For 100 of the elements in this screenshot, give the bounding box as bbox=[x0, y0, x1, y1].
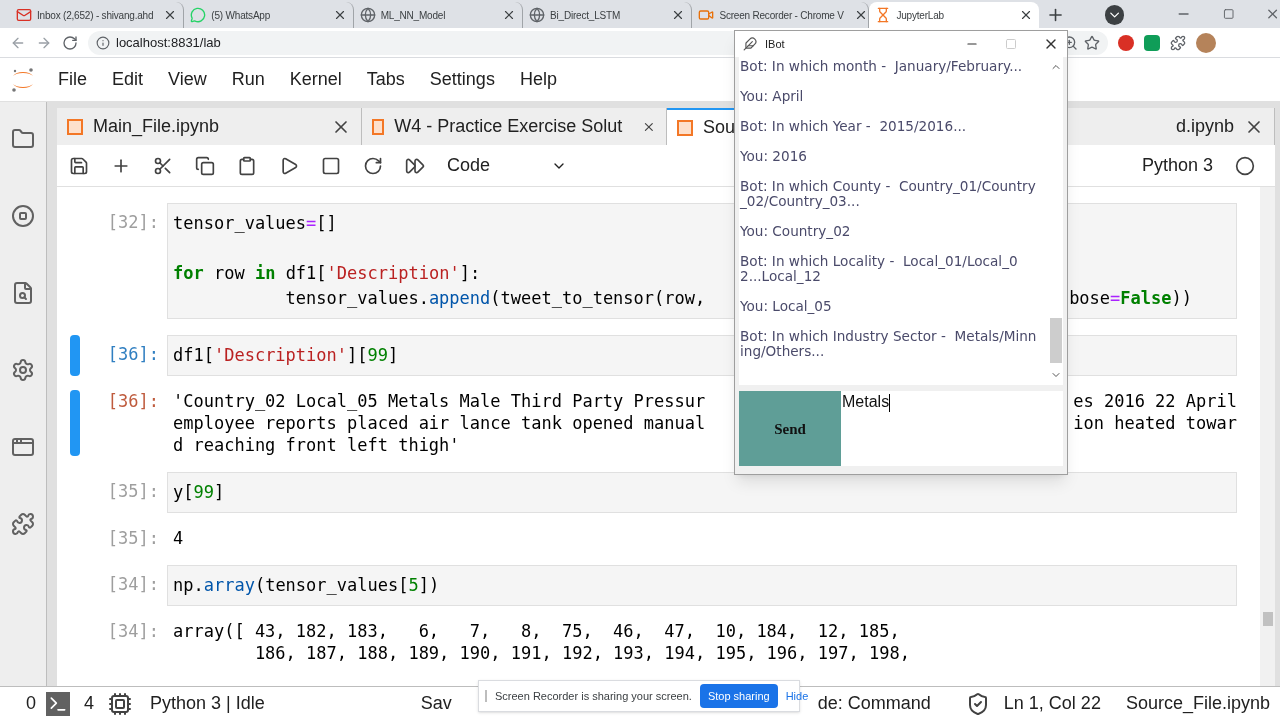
active-cell-bar bbox=[70, 335, 80, 376]
chat-message: You: April bbox=[740, 89, 805, 104]
code-line: ion heated towar bbox=[1073, 412, 1237, 434]
browser-tab[interactable]: JupyterLab bbox=[869, 2, 1039, 28]
chat-message: Bot: In which Locality - Local_01/Local_02...Local_12 bbox=[740, 254, 1019, 284]
chat-message: Bot: In which month - January/February... bbox=[740, 59, 1024, 74]
run-icon[interactable] bbox=[279, 155, 299, 176]
tab-title: Bi_Direct_LSTM bbox=[550, 8, 621, 23]
notebook-icon bbox=[372, 118, 385, 135]
hide-link[interactable]: Hide bbox=[785, 687, 809, 705]
chip-icon bbox=[108, 691, 133, 716]
cell-type-dropdown[interactable]: Code bbox=[447, 152, 567, 179]
copy-icon[interactable] bbox=[195, 155, 215, 176]
code-input-cell[interactable]: np.array(tensor_values[5]) bbox=[167, 565, 1237, 606]
info-icon bbox=[96, 35, 110, 50]
cell-prompt: [32]: bbox=[106, 211, 160, 234]
code-line: 'Country_02 Local_05 Metals Male Third Party Pressur bbox=[173, 390, 706, 412]
send-button[interactable]: Send bbox=[739, 391, 841, 466]
menu-item[interactable]: Tabs bbox=[366, 66, 405, 93]
folder-icon[interactable] bbox=[11, 127, 35, 151]
notebook-tab[interactable]: Main_File.ipynb bbox=[57, 108, 362, 145]
menu-item[interactable]: Settings bbox=[429, 66, 495, 93]
url-text: localhost:8831/lab bbox=[116, 33, 221, 52]
stop-icon[interactable] bbox=[321, 155, 341, 176]
mail-icon bbox=[16, 7, 32, 23]
code-line: 186, 187, 188, 189, 190, 191, 192, 193, 194, 195, 196, 197, 198, bbox=[253, 642, 910, 664]
notebook-icon bbox=[67, 118, 83, 135]
kernel-name[interactable]: Python 3 bbox=[1141, 152, 1213, 179]
menu-item[interactable]: View bbox=[168, 66, 207, 93]
globe-icon bbox=[359, 7, 376, 23]
terminal-count: 0 bbox=[26, 692, 36, 715]
camera-icon bbox=[698, 7, 715, 23]
saving-status: Sav bbox=[420, 692, 452, 715]
code-line: y[99] bbox=[173, 481, 225, 504]
kernel-count: 4 bbox=[84, 692, 95, 715]
code-line: array([ 43, 182, 183, 6, 7, 8, 75, 46, 47, 10, 184, 12, 185, bbox=[173, 620, 900, 642]
globe-icon bbox=[529, 7, 546, 23]
kernel-status-icon bbox=[1235, 155, 1255, 176]
code-line: tensor_values=[] bbox=[173, 212, 337, 235]
code-line: for row in df1['Description']: bbox=[173, 262, 481, 285]
chat-message: You: 2016 bbox=[740, 149, 808, 164]
bookmark-icon[interactable] bbox=[1084, 34, 1100, 51]
restart-icon[interactable] bbox=[363, 155, 383, 176]
tab-label: d.ipynb bbox=[1175, 115, 1234, 138]
scrollbar-thumb[interactable] bbox=[1050, 318, 1062, 363]
menu-item[interactable]: Kernel bbox=[289, 66, 342, 93]
stop-icon[interactable] bbox=[11, 204, 35, 228]
kernel-status[interactable]: Python 3 | Idle bbox=[150, 690, 265, 717]
chat-message: Bot: In which Year - 2015/2016... bbox=[740, 119, 968, 134]
file-search-icon[interactable] bbox=[11, 281, 35, 305]
cell-prompt: [35]: bbox=[106, 527, 160, 549]
menu-item[interactable]: Edit bbox=[112, 66, 144, 93]
chat-message: You: Local_05 bbox=[740, 299, 833, 314]
sharing-message: Screen Recorder is sharing your screen. bbox=[495, 688, 692, 704]
tab-search-icon[interactable] bbox=[1104, 5, 1125, 25]
code-line: np.array(tensor_values[5]) bbox=[173, 574, 440, 597]
cut-icon[interactable] bbox=[153, 155, 173, 176]
menu-item[interactable]: Run bbox=[231, 66, 265, 93]
extension-icon[interactable] bbox=[1118, 34, 1134, 51]
stop-sharing-button[interactable]: Stop sharing bbox=[699, 684, 778, 708]
message-input[interactable]: Metals bbox=[841, 391, 1063, 466]
save-icon[interactable] bbox=[69, 155, 89, 176]
feather-icon bbox=[743, 37, 757, 51]
extension-icon[interactable] bbox=[1144, 34, 1160, 51]
chat-message: You: Country_02 bbox=[740, 224, 852, 239]
notebook-icon bbox=[677, 119, 693, 136]
tab-title: Inbox (2,652) - shivang.ahd bbox=[37, 8, 154, 23]
code-line: bose=False)) bbox=[1069, 287, 1192, 310]
cell-prompt: [36]: bbox=[106, 390, 160, 412]
paste-icon[interactable] bbox=[237, 155, 257, 176]
cell-prompt: [35]: bbox=[106, 480, 160, 503]
tab-label: W4 - Practice Exercise Solut bbox=[394, 115, 623, 138]
window-icon[interactable] bbox=[11, 435, 35, 459]
puzzle-icon[interactable] bbox=[11, 512, 35, 536]
notebook-tab[interactable]: W4 - Practice Exercise Solut bbox=[362, 108, 667, 145]
chat-icon bbox=[190, 7, 207, 23]
tab-title: ML_NN_Model bbox=[380, 8, 446, 23]
extensions-icon[interactable] bbox=[1170, 34, 1186, 51]
reload-icon[interactable] bbox=[62, 34, 78, 51]
code-line: 4 bbox=[173, 527, 184, 549]
tab-title: JupyterLab bbox=[896, 8, 944, 23]
code-line: df1['Description'][99] bbox=[173, 344, 399, 367]
code-line: tensor_values.append(tweet_to_tensor(row, bbox=[284, 287, 706, 310]
avatar[interactable] bbox=[1196, 32, 1216, 53]
tab-label: Main_File.ipynb bbox=[93, 115, 220, 139]
cursor-position[interactable]: Ln 1, Col 22 bbox=[1003, 690, 1101, 717]
code-input-cell[interactable]: y[99] bbox=[167, 472, 1237, 513]
menu-item[interactable]: Help bbox=[519, 66, 557, 93]
menu-item[interactable]: File bbox=[58, 66, 87, 93]
tab-title: (5) WhatsApp bbox=[211, 8, 271, 23]
settings-icon[interactable] bbox=[11, 358, 35, 382]
drag-handle-icon[interactable] bbox=[485, 690, 487, 702]
jupyter-logo-icon bbox=[10, 66, 36, 93]
active-cell-bar bbox=[70, 390, 80, 456]
tab-label: Sou bbox=[703, 116, 736, 139]
mode-status: de: Command bbox=[817, 692, 931, 715]
maximize-icon[interactable] bbox=[1223, 8, 1235, 20]
cell-prompt: [34]: bbox=[106, 620, 160, 642]
fast-forward-icon[interactable] bbox=[405, 155, 425, 176]
tab-title: Screen Recorder - Chrome V bbox=[719, 8, 844, 23]
